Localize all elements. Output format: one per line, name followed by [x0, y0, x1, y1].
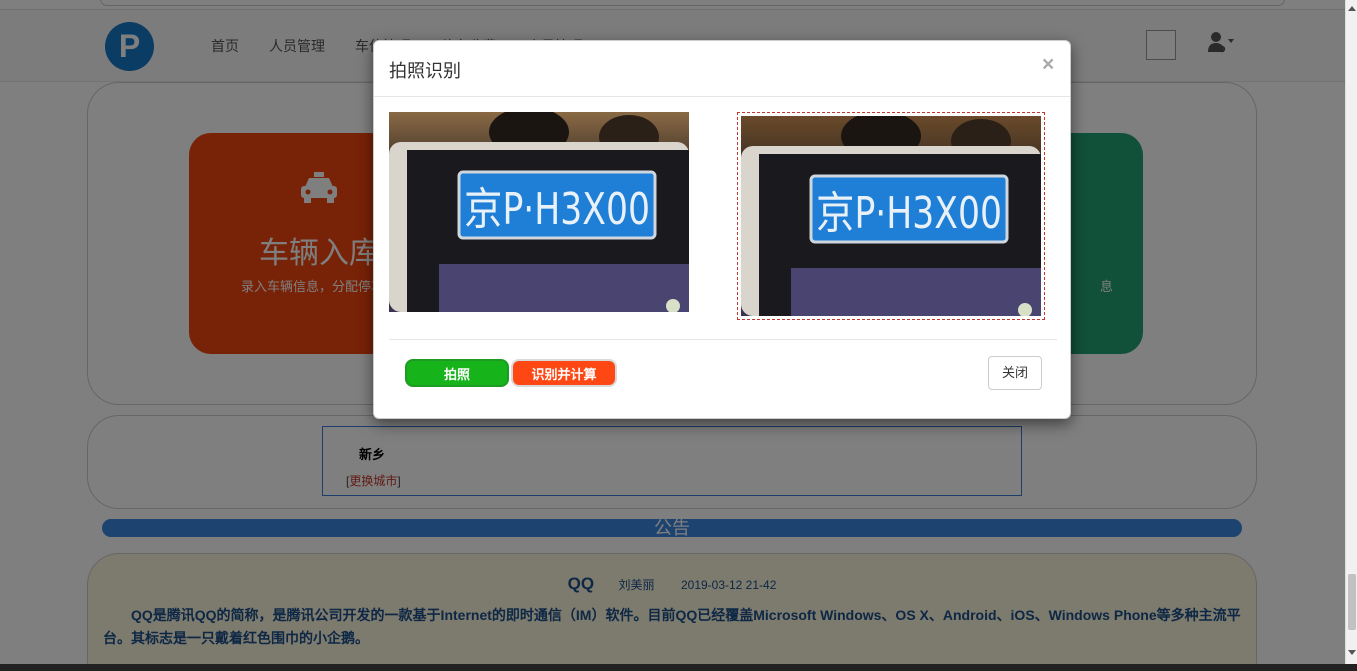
- close-button[interactable]: 关闭: [988, 356, 1042, 390]
- photo-recognition-modal: 拍照识别 × 京P·H3X00 京P·H3X00 拍照 识别并计算 关闭: [373, 40, 1071, 419]
- recognize-calculate-button[interactable]: 识别并计算: [511, 359, 617, 387]
- plate-text: 京P·H3X00: [464, 184, 650, 235]
- modal-title: 拍照识别: [389, 61, 461, 81]
- plate-text: 京P·H3X00: [816, 188, 1002, 239]
- modal-footer-divider: [389, 339, 1057, 340]
- scroll-up-icon[interactable]: [1348, 6, 1356, 11]
- camera-preview: 京P·H3X00: [389, 112, 689, 312]
- scroll-down-icon[interactable]: [1348, 650, 1356, 655]
- close-icon[interactable]: ×: [1042, 53, 1054, 77]
- vertical-scrollbar[interactable]: [1345, 0, 1357, 671]
- taskbar-edge: [0, 664, 1357, 671]
- take-photo-button[interactable]: 拍照: [405, 359, 509, 387]
- camera-preview-image: 京P·H3X00: [389, 112, 689, 312]
- captured-photo-frame: 京P·H3X00: [737, 112, 1045, 320]
- scroll-thumb[interactable]: [1348, 574, 1356, 630]
- captured-photo: 京P·H3X00: [741, 116, 1041, 316]
- modal-header: 拍照识别 ×: [374, 41, 1070, 97]
- captured-photo-image: 京P·H3X00: [741, 116, 1041, 316]
